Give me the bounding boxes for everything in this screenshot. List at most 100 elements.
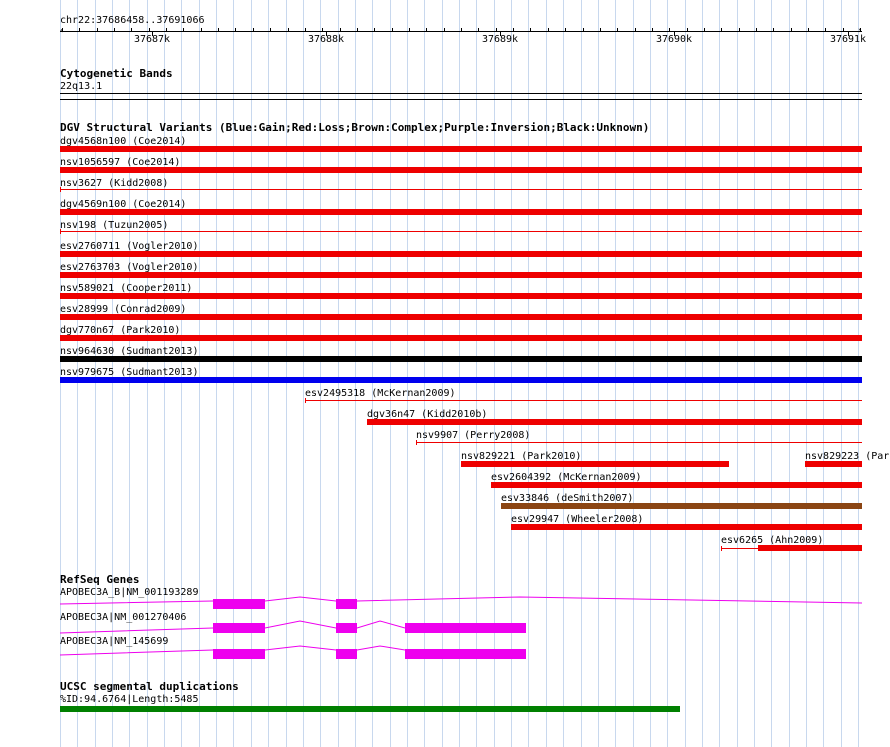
- ruler-minor-tick: [808, 28, 809, 31]
- refseq-gene-label: APOBEC3A_B|NM_001193289: [60, 587, 199, 598]
- region-label: chr22:37686458..37691066: [60, 15, 205, 26]
- ruler-minor-tick: [669, 28, 670, 31]
- dgv-variant-feature[interactable]: [60, 272, 862, 278]
- dgv-variant-endcap: [416, 440, 417, 445]
- ruler-minor-tick: [583, 28, 584, 31]
- dgv-variant-feature[interactable]: [60, 146, 862, 152]
- ruler-minor-tick: [843, 28, 844, 31]
- dgv-variant-feature[interactable]: [60, 167, 862, 173]
- dgv-variant-label: nsv3627 (Kidd2008): [60, 178, 169, 189]
- dgv-variant-feature[interactable]: [491, 482, 862, 488]
- ruler-minor-tick: [478, 28, 479, 31]
- ruler-tick-label: 37689k: [481, 34, 519, 45]
- grid-line: [233, 0, 234, 747]
- dgv-variant-feature[interactable]: [305, 400, 862, 401]
- segdup-label: %ID:94.6764|Length:5485: [60, 694, 199, 705]
- dgv-variant-feature[interactable]: [60, 251, 862, 257]
- dgv-variant-feature[interactable]: [60, 335, 862, 341]
- ruler-minor-tick: [461, 28, 462, 31]
- grid-line: [338, 0, 339, 747]
- grid-line: [528, 0, 529, 747]
- dgv-variant-feature[interactable]: [367, 419, 862, 425]
- ruler-minor-tick: [617, 28, 618, 31]
- grid-line: [494, 0, 495, 747]
- grid-line: [303, 0, 304, 747]
- refseq-exon[interactable]: [213, 599, 265, 609]
- dgv-variant-feature[interactable]: [60, 356, 862, 362]
- ruler-minor-tick: [687, 28, 688, 31]
- ruler-minor-tick: [201, 28, 202, 31]
- refseq-exon[interactable]: [336, 649, 357, 659]
- ruler-tick-label: 37688k: [307, 34, 345, 45]
- ruler-minor-tick: [374, 28, 375, 31]
- dgv-variant-label: esv2495318 (McKernan2009): [305, 388, 456, 399]
- dgv-variant-feature[interactable]: [60, 293, 862, 299]
- ruler-minor-tick: [773, 28, 774, 31]
- dgv-variant-feature[interactable]: [758, 545, 862, 551]
- grid-line: [667, 0, 668, 747]
- refseq-exon[interactable]: [336, 623, 357, 633]
- ruler-minor-tick: [253, 28, 254, 31]
- refseq-exon[interactable]: [405, 649, 526, 659]
- dgv-variant-connector: [721, 548, 758, 549]
- dgv-variant-feature[interactable]: [60, 231, 862, 232]
- refseq-exon[interactable]: [405, 623, 526, 633]
- refseq-exon[interactable]: [336, 599, 357, 609]
- ruler-minor-tick: [600, 28, 601, 31]
- ruler-minor-tick: [114, 28, 115, 31]
- ruler-minor-tick: [131, 28, 132, 31]
- refseq-gene-label: APOBEC3A|NM_001270406: [60, 612, 187, 623]
- ruler-minor-tick: [357, 28, 358, 31]
- refseq-exon[interactable]: [213, 623, 265, 633]
- ruler-minor-tick: [426, 28, 427, 31]
- cytoband-band-top[interactable]: [60, 93, 862, 94]
- grid-line: [719, 0, 720, 747]
- ruler-minor-tick: [322, 28, 323, 31]
- dgv-variant-feature[interactable]: [60, 314, 862, 320]
- cytobands-track-title: Cytogenetic Bands: [60, 67, 173, 80]
- dgv-variant-label: nsv198 (Tuzun2005): [60, 220, 169, 231]
- refseq-exon[interactable]: [213, 649, 265, 659]
- dgv-variant-endcap: [305, 398, 306, 403]
- segdup-feature[interactable]: [60, 706, 680, 712]
- ruler-minor-tick: [392, 28, 393, 31]
- grid-line: [806, 0, 807, 747]
- ruler-tick-label: 37690k: [655, 34, 693, 45]
- ruler-tick-label: 37691k: [829, 34, 867, 45]
- grid-line: [216, 0, 217, 747]
- dgv-variant-endcap: [60, 229, 61, 234]
- ruler-minor-tick: [635, 28, 636, 31]
- ruler-minor-tick: [704, 28, 705, 31]
- dgv-variant-feature[interactable]: [416, 442, 862, 443]
- ruler-minor-tick: [305, 28, 306, 31]
- grid-line: [511, 0, 512, 747]
- ruler-minor-tick: [825, 28, 826, 31]
- ruler-minor-tick: [652, 28, 653, 31]
- grid-line: [424, 0, 425, 747]
- dgv-variant-endcap: [721, 546, 722, 551]
- refseq-track-title: RefSeq Genes: [60, 573, 140, 586]
- grid-line: [355, 0, 356, 747]
- dgv-track-title: DGV Structural Variants (Blue:Gain;Red:L…: [60, 121, 650, 134]
- dgv-variant-feature[interactable]: [461, 461, 729, 467]
- grid-line: [546, 0, 547, 747]
- dgv-variant-feature[interactable]: [805, 461, 862, 467]
- ruler-minor-tick: [409, 28, 410, 31]
- ruler-minor-tick: [860, 28, 861, 31]
- cytoband-band-bottom[interactable]: [60, 99, 862, 100]
- ruler-minor-tick: [530, 28, 531, 31]
- dgv-variant-feature[interactable]: [60, 209, 862, 215]
- grid-line: [251, 0, 252, 747]
- dgv-variant-feature[interactable]: [501, 503, 862, 509]
- grid-line: [320, 0, 321, 747]
- grid-line: [685, 0, 686, 747]
- ruler-minor-tick: [270, 28, 271, 31]
- dgv-variant-feature[interactable]: [60, 189, 862, 190]
- dgv-variant-feature[interactable]: [60, 377, 862, 383]
- dgv-variant-feature[interactable]: [511, 524, 862, 530]
- ruler-minor-tick: [62, 28, 63, 31]
- grid-line: [702, 0, 703, 747]
- dgv-variant-label: nsv9907 (Perry2008): [416, 430, 531, 441]
- ruler-minor-tick: [756, 28, 757, 31]
- grid-line: [754, 0, 755, 747]
